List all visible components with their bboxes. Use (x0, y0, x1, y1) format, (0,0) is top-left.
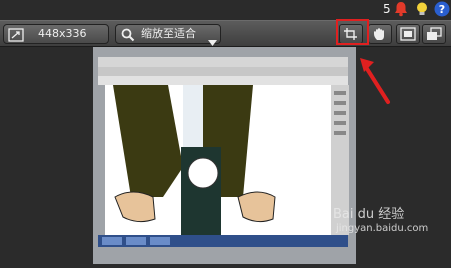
bell-icon[interactable] (393, 1, 409, 17)
watermark-url: jingyan.baidu.com (336, 223, 429, 234)
image-size-label: 448x336 (38, 27, 87, 40)
annotation-arrow (360, 58, 390, 104)
hand-icon (374, 28, 384, 40)
resize-icon (8, 27, 24, 46)
zoom-dropdown[interactable]: 缩放至适合 (115, 24, 221, 46)
fit-screen-icon (400, 27, 416, 41)
top-status-bar: 5 ? (0, 0, 451, 20)
svg-text:?: ? (439, 3, 445, 16)
watermark-site: Bai du 经验 (333, 207, 405, 222)
zoom-mode-label: 缩放至适合 (141, 27, 196, 40)
pan-hand-button[interactable] (368, 24, 392, 44)
image-canvas (93, 47, 356, 264)
embedded-screenshot (93, 47, 356, 264)
highlight-box (336, 19, 369, 45)
viewer-toolbar: 448x336 缩放至适合 (0, 20, 451, 47)
help-icon[interactable]: ? (434, 1, 450, 17)
image-size-control[interactable]: 448x336 (3, 24, 109, 44)
windows-icon (427, 27, 442, 40)
lightbulb-icon[interactable] (414, 1, 430, 17)
fit-screen-button[interactable] (396, 24, 420, 44)
notification-count: 5 (383, 2, 391, 16)
window-mode-button[interactable] (422, 24, 446, 44)
search-icon (121, 27, 135, 46)
